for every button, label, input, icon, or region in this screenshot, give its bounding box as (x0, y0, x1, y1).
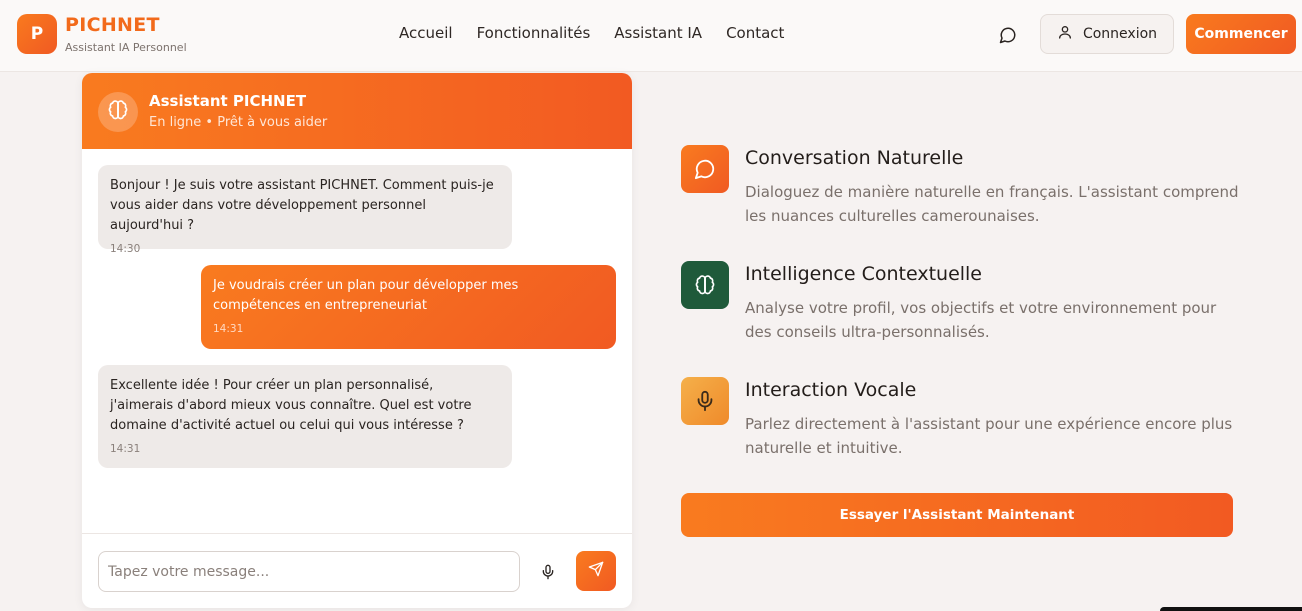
nav-item-fonctionnalites[interactable]: Fonctionnalités (477, 24, 591, 42)
chat-bubble-icon[interactable] (996, 23, 1020, 47)
feature-title: Interaction Vocale (745, 379, 917, 401)
brain-icon (107, 99, 129, 125)
logo-badge[interactable]: P (17, 14, 57, 54)
nav-item-contact[interactable]: Contact (726, 24, 784, 42)
chat-status: En ligne • Prêt à vous aider (149, 115, 328, 130)
start-button[interactable]: Commencer (1186, 14, 1296, 54)
top-navbar: P PICHNET Assistant IA Personnel Accueil… (0, 0, 1302, 72)
login-button[interactable]: Connexion (1040, 14, 1174, 54)
bot-avatar (98, 92, 138, 132)
user-icon (1057, 24, 1073, 44)
chat-message-bot: Excellente idée ! Pour créer un plan per… (98, 365, 512, 468)
feature-description: Dialoguez de manière naturelle en frança… (745, 183, 1239, 225)
logo-letter: P (30, 24, 44, 44)
send-icon (588, 561, 604, 581)
feature-description: Analyse votre profil, vos objectifs et v… (745, 299, 1217, 341)
chat-title: Assistant PICHNET (149, 92, 307, 110)
chat-header: Assistant PICHNET En ligne • Prêt à vous… (82, 73, 632, 149)
message-time: 14:31 (110, 443, 141, 455)
login-label: Connexion (1082, 26, 1158, 42)
message-text: Excellente idée ! Pour créer un plan per… (110, 378, 472, 433)
chat-window: Assistant PICHNET En ligne • Prêt à vous… (82, 73, 632, 608)
decorative-strip (1160, 607, 1302, 611)
feature-title: Intelligence Contextuelle (745, 263, 982, 285)
brain-icon (681, 261, 729, 309)
message-input[interactable] (98, 551, 520, 592)
send-button[interactable] (576, 551, 616, 591)
message-text: Je voudrais créer un plan pour développe… (213, 278, 519, 313)
chat-input-bar (82, 533, 632, 608)
chat-bubble-icon (681, 145, 729, 193)
microphone-icon (681, 377, 729, 425)
nav-item-assistant-ia[interactable]: Assistant IA (614, 24, 702, 42)
main-nav: Accueil Fonctionnalités Assistant IA Con… (399, 24, 784, 42)
microphone-icon[interactable] (536, 560, 560, 584)
feature-description: Parlez directement à l'assistant pour un… (745, 415, 1233, 457)
chat-message-user: Je voudrais créer un plan pour développe… (201, 265, 616, 349)
brand-name[interactable]: PICHNET (65, 14, 160, 36)
try-assistant-button[interactable]: Essayer l'Assistant Maintenant (681, 493, 1233, 537)
message-text: Bonjour ! Je suis votre assistant PICHNE… (110, 178, 494, 233)
feature-title: Conversation Naturelle (745, 147, 964, 169)
nav-item-accueil[interactable]: Accueil (399, 24, 453, 42)
message-time: 14:30 (110, 243, 141, 255)
message-time: 14:31 (213, 323, 244, 335)
brand-tagline: Assistant IA Personnel (65, 41, 187, 54)
chat-message-bot: Bonjour ! Je suis votre assistant PICHNE… (98, 165, 512, 255)
